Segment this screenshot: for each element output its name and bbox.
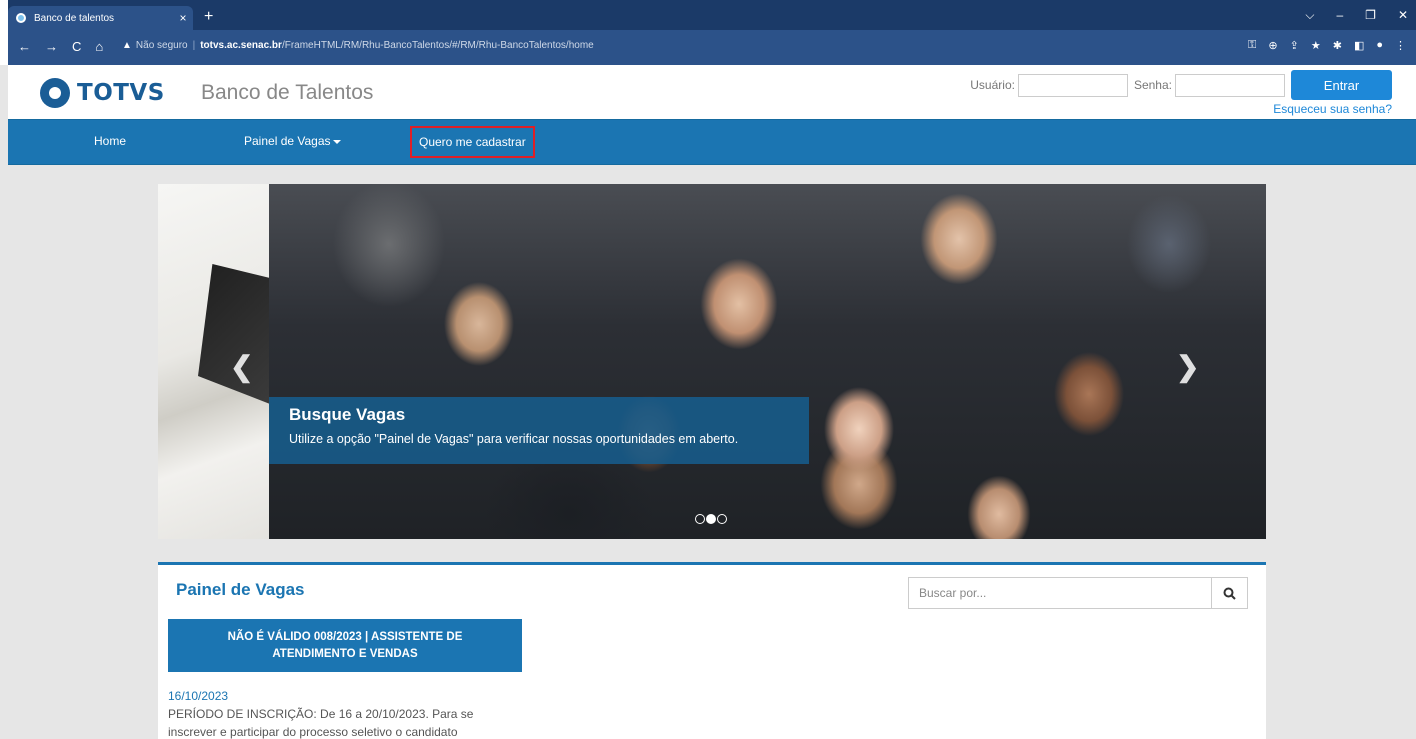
vaga-card[interactable]: NÃO É VÁLIDO 008/2023 | ASSISTENTE DE AT… bbox=[168, 619, 522, 739]
vaga-card-desc-line: PERÍODO DE INSCRIÇÃO: De 16 a 20/10/2023… bbox=[168, 707, 474, 721]
address-bar[interactable]: ▲ Não seguro | totvs.ac.senac.br/FrameHTML/… bbox=[122, 40, 594, 51]
toolbar-icons: ⚿ ⊕ ⇪ ★ ✱ ◧ ● ⋮ bbox=[1248, 39, 1406, 52]
vagas-panel: Painel de Vagas NÃO É VÁLIDO 008/2023 | … bbox=[158, 562, 1266, 739]
carousel-dot[interactable] bbox=[695, 514, 705, 524]
back-icon[interactable]: ← bbox=[18, 40, 31, 53]
warning-icon: ▲ bbox=[122, 40, 132, 51]
tab-close-button[interactable]: × bbox=[173, 11, 193, 25]
close-window-button[interactable]: ✕ bbox=[1398, 8, 1408, 23]
nav-home[interactable]: Home bbox=[94, 134, 126, 148]
browser-tab[interactable]: Banco de talentos × bbox=[8, 6, 193, 30]
user-input[interactable] bbox=[1017, 73, 1128, 97]
search-icon bbox=[1223, 587, 1236, 600]
favicon-icon bbox=[16, 13, 26, 23]
login-button[interactable]: Entrar bbox=[1291, 70, 1392, 100]
address-separator: | bbox=[192, 40, 196, 51]
vaga-card-body: 16/10/2023 PERÍODO DE INSCRIÇÃO: De 16 a… bbox=[168, 672, 522, 739]
reload-icon[interactable]: C bbox=[72, 40, 81, 53]
slide-left-shadow bbox=[198, 264, 270, 404]
slide-caption: Busque Vagas Utilize a opção "Painel de … bbox=[269, 397, 809, 464]
url-host: totvs.ac.senac.br bbox=[200, 40, 282, 51]
key-icon[interactable]: ⚿ bbox=[1248, 39, 1256, 52]
site-title: Banco de Talentos bbox=[201, 81, 374, 104]
browser-nav: ← → C ⌂ bbox=[18, 40, 103, 53]
window-controls: ⌵ – ❐ ✕ bbox=[1305, 8, 1408, 23]
page: TOTVS Banco de Talentos Usuário: Senha: … bbox=[8, 65, 1416, 739]
minimize-button[interactable]: – bbox=[1336, 8, 1343, 23]
caret-down-icon bbox=[332, 139, 341, 144]
caption-title: Busque Vagas bbox=[289, 405, 406, 424]
totvs-logo[interactable]: TOTVS bbox=[40, 78, 165, 108]
new-tab-button[interactable]: + bbox=[204, 9, 213, 25]
sidepanel-icon[interactable]: ◧ bbox=[1354, 39, 1364, 52]
vaga-card-desc-line: inscrever e participar do processo selet… bbox=[168, 725, 458, 739]
browser-toolbar: ← → C ⌂ ▲ Não seguro | totvs.ac.senac.br/Fr… bbox=[0, 30, 1416, 65]
search-input[interactable] bbox=[909, 578, 1211, 608]
search-button[interactable] bbox=[1211, 578, 1247, 608]
forward-icon[interactable]: → bbox=[45, 40, 58, 53]
restore-button[interactable]: ❐ bbox=[1365, 8, 1376, 23]
user-label: Usuário: bbox=[970, 78, 1015, 92]
vaga-card-date: 16/10/2023 bbox=[168, 689, 229, 703]
browser-tab-strip: Banco de talentos × + ⌵ – ❐ ✕ bbox=[0, 0, 1416, 30]
caption-text: Utilize a opção "Painel de Vagas" para v… bbox=[289, 432, 739, 446]
extensions-icon[interactable]: ✱ bbox=[1333, 39, 1342, 52]
menu-icon[interactable]: ⋮ bbox=[1395, 39, 1406, 52]
main-navbar: Home Painel de Vagas Quero me cadastrar bbox=[8, 119, 1416, 165]
carousel-prev-icon[interactable]: ❮ bbox=[230, 350, 253, 383]
logo-mark-icon bbox=[40, 78, 70, 108]
zoom-icon[interactable]: ⊕ bbox=[1268, 39, 1277, 52]
carousel-dot-active[interactable] bbox=[706, 514, 716, 524]
profile-icon[interactable]: ● bbox=[1376, 39, 1383, 52]
url-path: /FrameHTML/RM/Rhu-BancoTalentos/#/RM/Rhu… bbox=[281, 40, 594, 51]
tab-title: Banco de talentos bbox=[34, 12, 115, 24]
password-input[interactable] bbox=[1175, 73, 1285, 97]
star-icon[interactable]: ★ bbox=[1311, 39, 1321, 52]
share-icon[interactable]: ⇪ bbox=[1290, 39, 1299, 52]
carousel-dot[interactable] bbox=[717, 514, 727, 524]
login-form: Usuário: Senha: Entrar bbox=[970, 70, 1392, 100]
password-label: Senha: bbox=[1133, 78, 1172, 92]
vaga-card-title[interactable]: NÃO É VÁLIDO 008/2023 | ASSISTENTE DE AT… bbox=[168, 619, 522, 672]
site-header: TOTVS Banco de Talentos Usuário: Senha: … bbox=[8, 65, 1416, 119]
tab-search-icon[interactable]: ⌵ bbox=[1305, 8, 1314, 23]
security-label: Não seguro bbox=[135, 40, 188, 51]
carousel-indicators bbox=[695, 514, 727, 524]
carousel-next-icon[interactable]: ❯ bbox=[1176, 350, 1199, 383]
home-icon[interactable]: ⌂ bbox=[95, 40, 103, 53]
nav-quero-me-cadastrar[interactable]: Quero me cadastrar bbox=[410, 126, 535, 158]
forgot-password-link[interactable]: Esqueceu sua senha? bbox=[1273, 102, 1392, 116]
carousel: ❮ ❯ Busque Vagas Utilize a opção "Painel… bbox=[158, 184, 1266, 539]
vagas-panel-title: Painel de Vagas bbox=[176, 580, 305, 599]
slide-image bbox=[269, 184, 1266, 539]
nav-painel-vagas[interactable]: Painel de Vagas bbox=[244, 134, 341, 148]
nav-painel-vagas-label: Painel de Vagas bbox=[244, 134, 331, 148]
search-box bbox=[908, 577, 1248, 609]
logo-text: TOTVS bbox=[77, 80, 165, 106]
